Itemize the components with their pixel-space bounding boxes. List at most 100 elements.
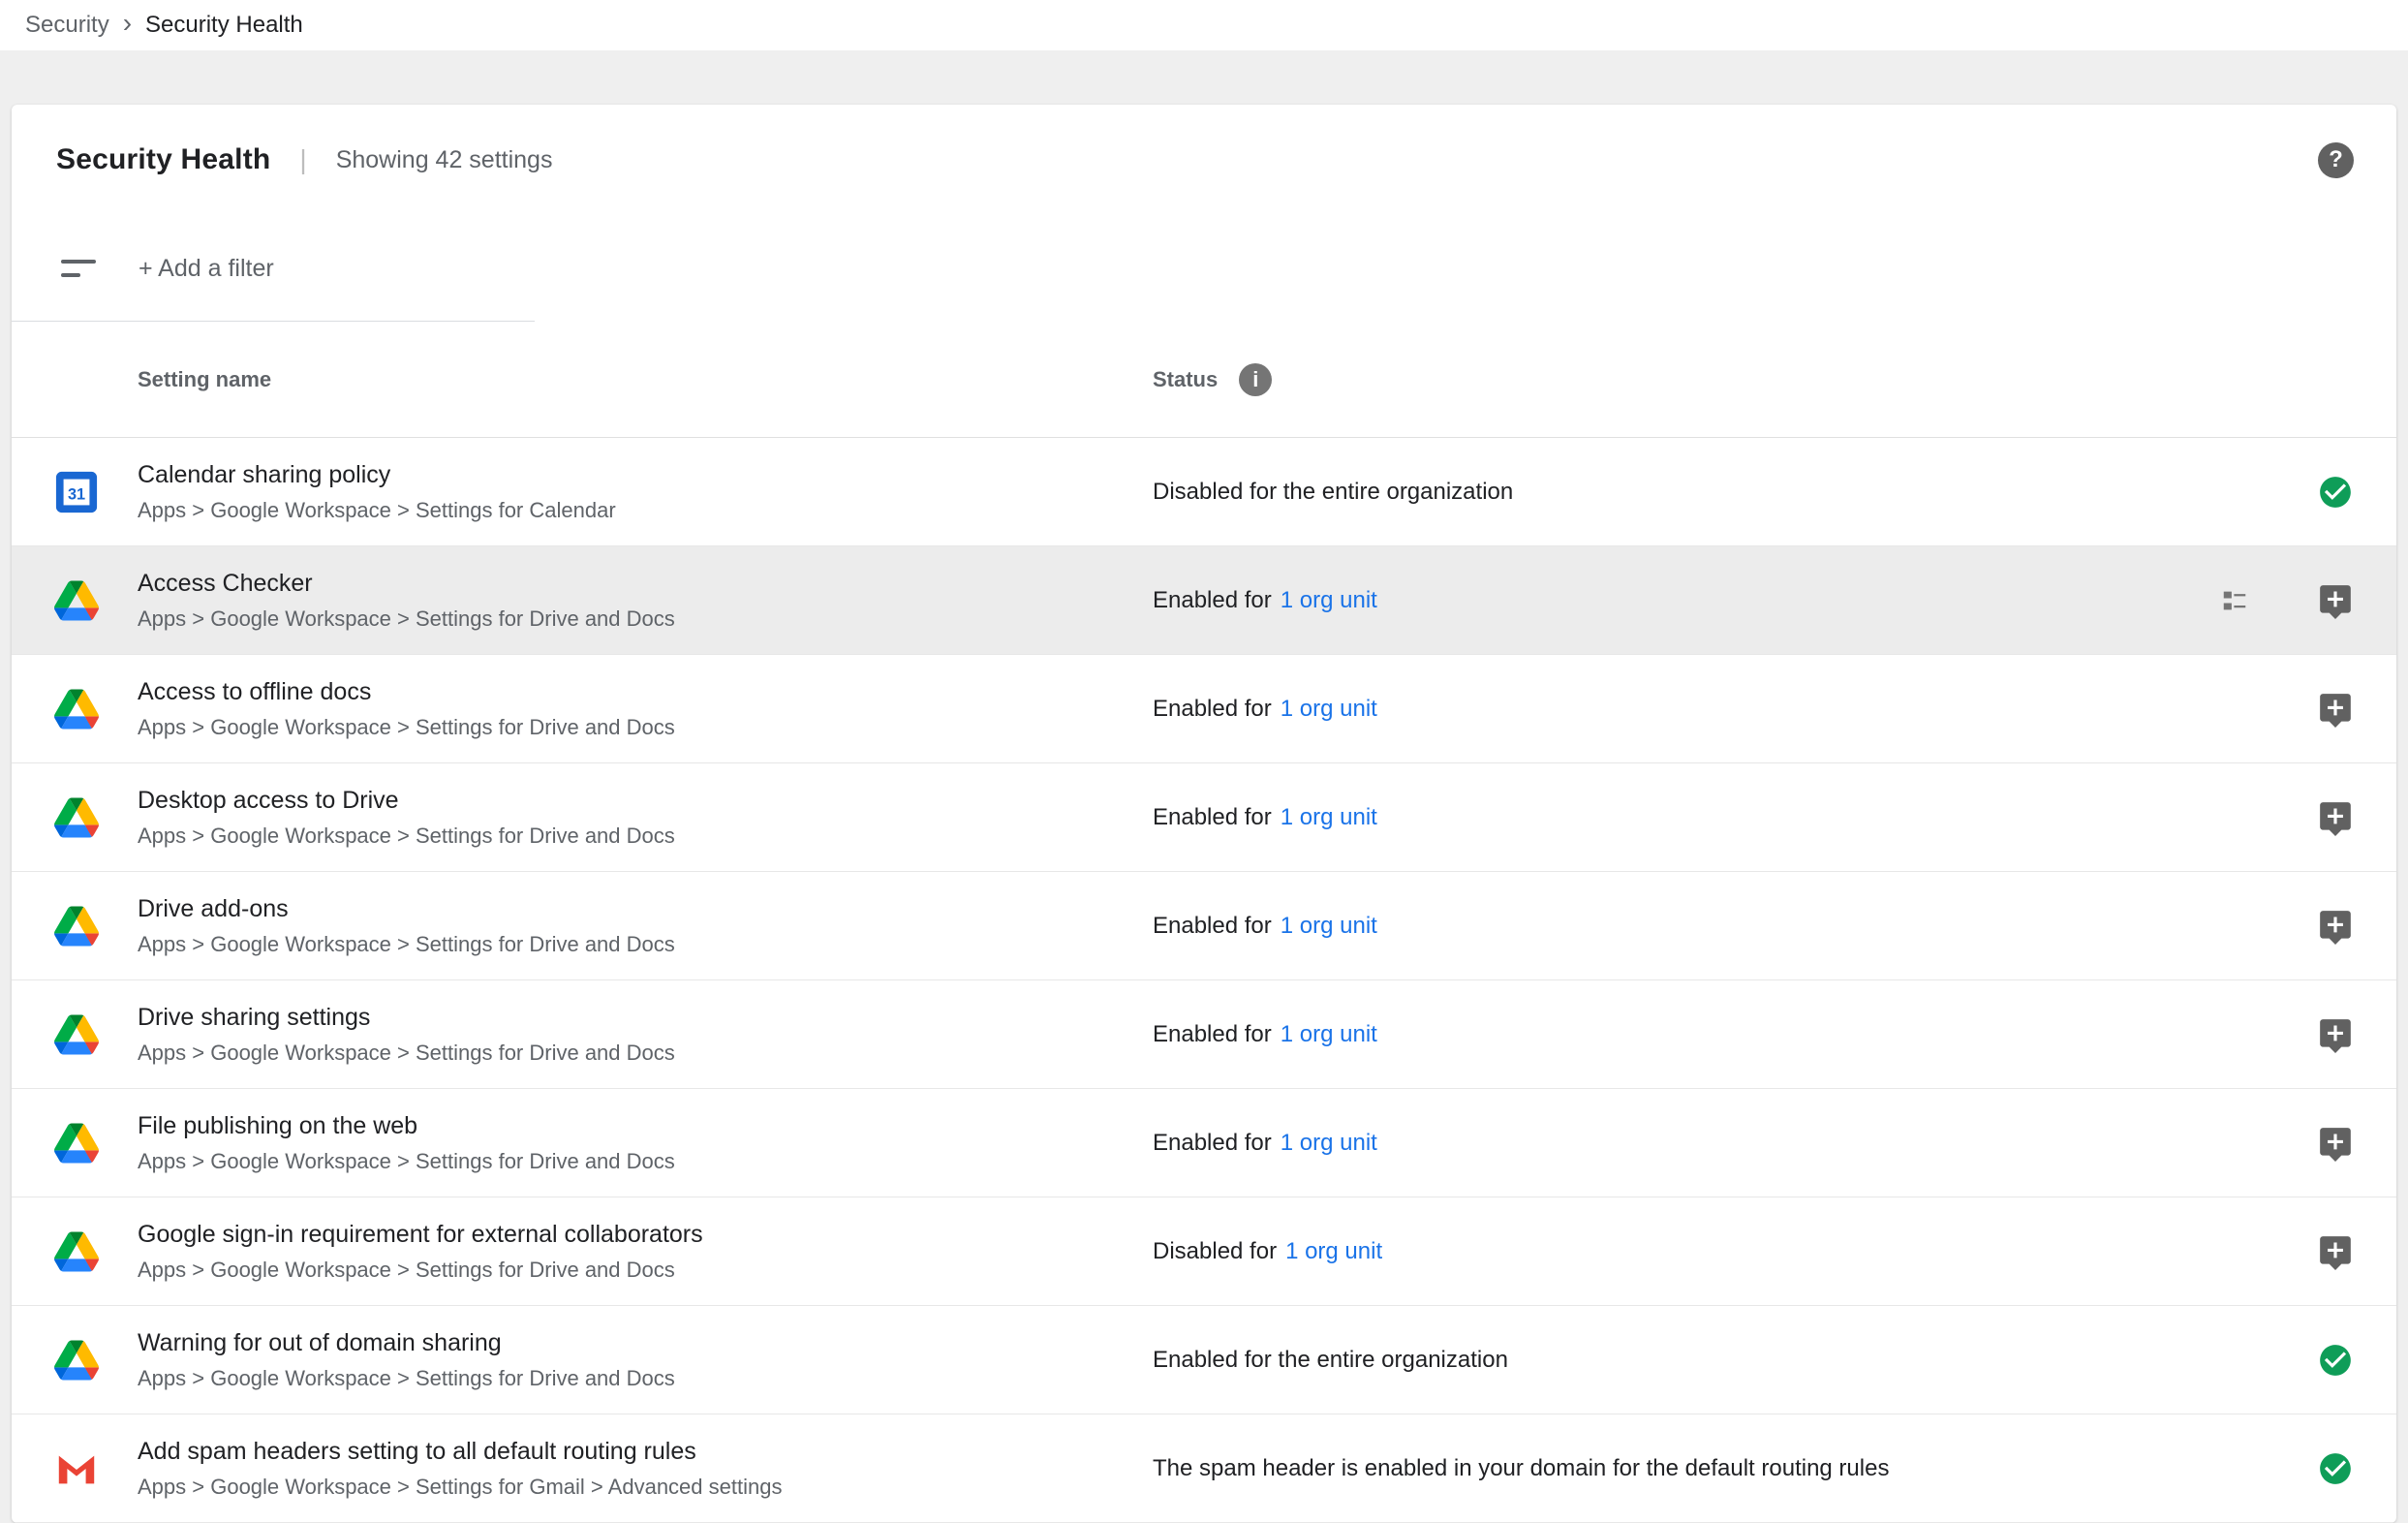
drive-icon	[54, 795, 99, 840]
drive-icon	[54, 1012, 99, 1057]
status-text: Enabled for	[1153, 913, 1272, 940]
filter-icon[interactable]	[61, 260, 100, 277]
add-filter-button[interactable]: + Add a filter	[139, 255, 274, 283]
setting-name-cell: Drive sharing settings Apps > Google Wor…	[138, 1004, 1153, 1066]
rule-applied-icon	[2220, 586, 2249, 615]
recommendation-icon[interactable]	[2317, 582, 2354, 619]
card-header: Security Health | Showing 42 settings ?	[12, 105, 2396, 215]
status-org-unit-link[interactable]: 1 org unit	[1281, 1130, 1377, 1157]
setting-name-cell: Access Checker Apps > Google Workspace >…	[138, 570, 1153, 632]
status-cell: Enabled for the entire organization	[1153, 1347, 2317, 1374]
row-right-icons	[2317, 1016, 2396, 1053]
drive-icon	[54, 1229, 99, 1274]
gmail-icon	[54, 1446, 99, 1491]
status-cell: Enabled for 1 org unit	[1153, 696, 2317, 723]
table-row[interactable]: Add spam headers setting to all default …	[12, 1414, 2396, 1523]
setting-title: Add spam headers setting to all default …	[138, 1438, 1153, 1466]
status-cell: Enabled for 1 org unit	[1153, 804, 2317, 831]
row-right-icons	[2317, 474, 2396, 511]
table-row[interactable]: Warning for out of domain sharing Apps >…	[12, 1306, 2396, 1414]
table-row[interactable]: Access to offline docs Apps > Google Wor…	[12, 655, 2396, 763]
drive-icon	[54, 1121, 99, 1166]
status-cell: Enabled for 1 org unit	[1153, 1130, 2317, 1157]
status-text: Enabled for	[1153, 696, 1272, 723]
status-ok-icon	[2317, 1450, 2354, 1487]
drive-icon	[54, 687, 99, 731]
setting-path: Apps > Google Workspace > Settings for D…	[138, 1366, 1153, 1391]
status-org-unit-link[interactable]: 1 org unit	[1281, 804, 1377, 831]
svg-text:31: 31	[68, 485, 85, 503]
drive-icon	[54, 578, 99, 623]
column-status-label: Status	[1153, 367, 1218, 392]
setting-icon-cell: 31	[12, 470, 138, 514]
settings-count-label: Showing 42 settings	[336, 146, 553, 174]
status-cell: Disabled for 1 org unit	[1153, 1238, 2317, 1265]
status-ok-icon	[2317, 1342, 2354, 1379]
row-right-icons	[2317, 799, 2396, 836]
setting-name-cell: Google sign-in requirement for external …	[138, 1221, 1153, 1283]
status-cell: Enabled for 1 org unit	[1153, 587, 2220, 614]
recommendation-icon[interactable]	[2317, 908, 2354, 945]
setting-icon-cell	[12, 578, 138, 623]
recommendation-icon[interactable]	[2317, 1016, 2354, 1053]
setting-icon-cell	[12, 1012, 138, 1057]
setting-path: Apps > Google Workspace > Settings for D…	[138, 824, 1153, 849]
row-right-icons	[2317, 908, 2396, 945]
filter-bar: + Add a filter	[12, 215, 2396, 322]
setting-icon-cell	[12, 904, 138, 948]
recommendation-icon[interactable]	[2317, 1125, 2354, 1162]
status-text: Enabled for	[1153, 1130, 1272, 1157]
recommendation-icon[interactable]	[2317, 691, 2354, 728]
table-row[interactable]: Drive sharing settings Apps > Google Wor…	[12, 980, 2396, 1089]
status-org-unit-link[interactable]: 1 org unit	[1281, 587, 1377, 614]
recommendation-icon[interactable]	[2317, 1233, 2354, 1270]
table-row[interactable]: Google sign-in requirement for external …	[12, 1197, 2396, 1306]
row-right-icons	[2317, 1233, 2396, 1270]
status-text: Enabled for	[1153, 587, 1272, 614]
status-text: Enabled for	[1153, 1021, 1272, 1048]
setting-name-cell: Desktop access to Drive Apps > Google Wo…	[138, 787, 1153, 849]
column-status: Status i	[1153, 363, 1272, 396]
setting-path: Apps > Google Workspace > Settings for C…	[138, 498, 1153, 523]
info-icon[interactable]: i	[1239, 363, 1272, 396]
status-org-unit-link[interactable]: 1 org unit	[1285, 1238, 1382, 1265]
security-health-card: Security Health | Showing 42 settings ? …	[12, 105, 2396, 1523]
calendar-icon: 31	[54, 470, 99, 514]
setting-name-cell: Add spam headers setting to all default …	[138, 1438, 1153, 1500]
help-icon[interactable]: ?	[2318, 142, 2354, 178]
setting-title: File publishing on the web	[138, 1112, 1153, 1140]
recommendation-icon[interactable]	[2317, 799, 2354, 836]
setting-title: Google sign-in requirement for external …	[138, 1221, 1153, 1249]
breadcrumb-current: Security Health	[145, 12, 303, 39]
table-row[interactable]: Access Checker Apps > Google Workspace >…	[12, 546, 2396, 655]
table-row[interactable]: Drive add-ons Apps > Google Workspace > …	[12, 872, 2396, 980]
setting-icon-cell	[12, 1338, 138, 1383]
settings-table-body: 31 Calendar sharing policy Apps > Google…	[12, 438, 2396, 1523]
breadcrumb: Security › Security Health	[0, 0, 2408, 50]
setting-icon-cell	[12, 1121, 138, 1166]
title-divider: |	[299, 144, 306, 175]
setting-title: Desktop access to Drive	[138, 787, 1153, 815]
setting-path: Apps > Google Workspace > Settings for D…	[138, 1149, 1153, 1174]
table-row[interactable]: 31 Calendar sharing policy Apps > Google…	[12, 438, 2396, 546]
chevron-right-icon: ›	[123, 10, 132, 41]
setting-title: Access to offline docs	[138, 678, 1153, 706]
status-org-unit-link[interactable]: 1 org unit	[1281, 1021, 1377, 1048]
setting-title: Access Checker	[138, 570, 1153, 598]
setting-title: Warning for out of domain sharing	[138, 1329, 1153, 1357]
drive-icon	[54, 904, 99, 948]
row-right-icons	[2317, 1342, 2396, 1379]
column-setting-name: Setting name	[138, 367, 1153, 392]
status-text: The spam header is enabled in your domai…	[1153, 1455, 1889, 1482]
status-cell: The spam header is enabled in your domai…	[1153, 1455, 2317, 1482]
setting-name-cell: Access to offline docs Apps > Google Wor…	[138, 678, 1153, 740]
status-text: Disabled for the entire organization	[1153, 479, 1513, 506]
table-row[interactable]: Desktop access to Drive Apps > Google Wo…	[12, 763, 2396, 872]
status-org-unit-link[interactable]: 1 org unit	[1281, 696, 1377, 723]
setting-path: Apps > Google Workspace > Settings for G…	[138, 1475, 1153, 1500]
status-org-unit-link[interactable]: 1 org unit	[1281, 913, 1377, 940]
status-text: Enabled for	[1153, 804, 1272, 831]
breadcrumb-security[interactable]: Security	[25, 12, 109, 39]
row-right-icons	[2317, 1125, 2396, 1162]
table-row[interactable]: File publishing on the web Apps > Google…	[12, 1089, 2396, 1197]
